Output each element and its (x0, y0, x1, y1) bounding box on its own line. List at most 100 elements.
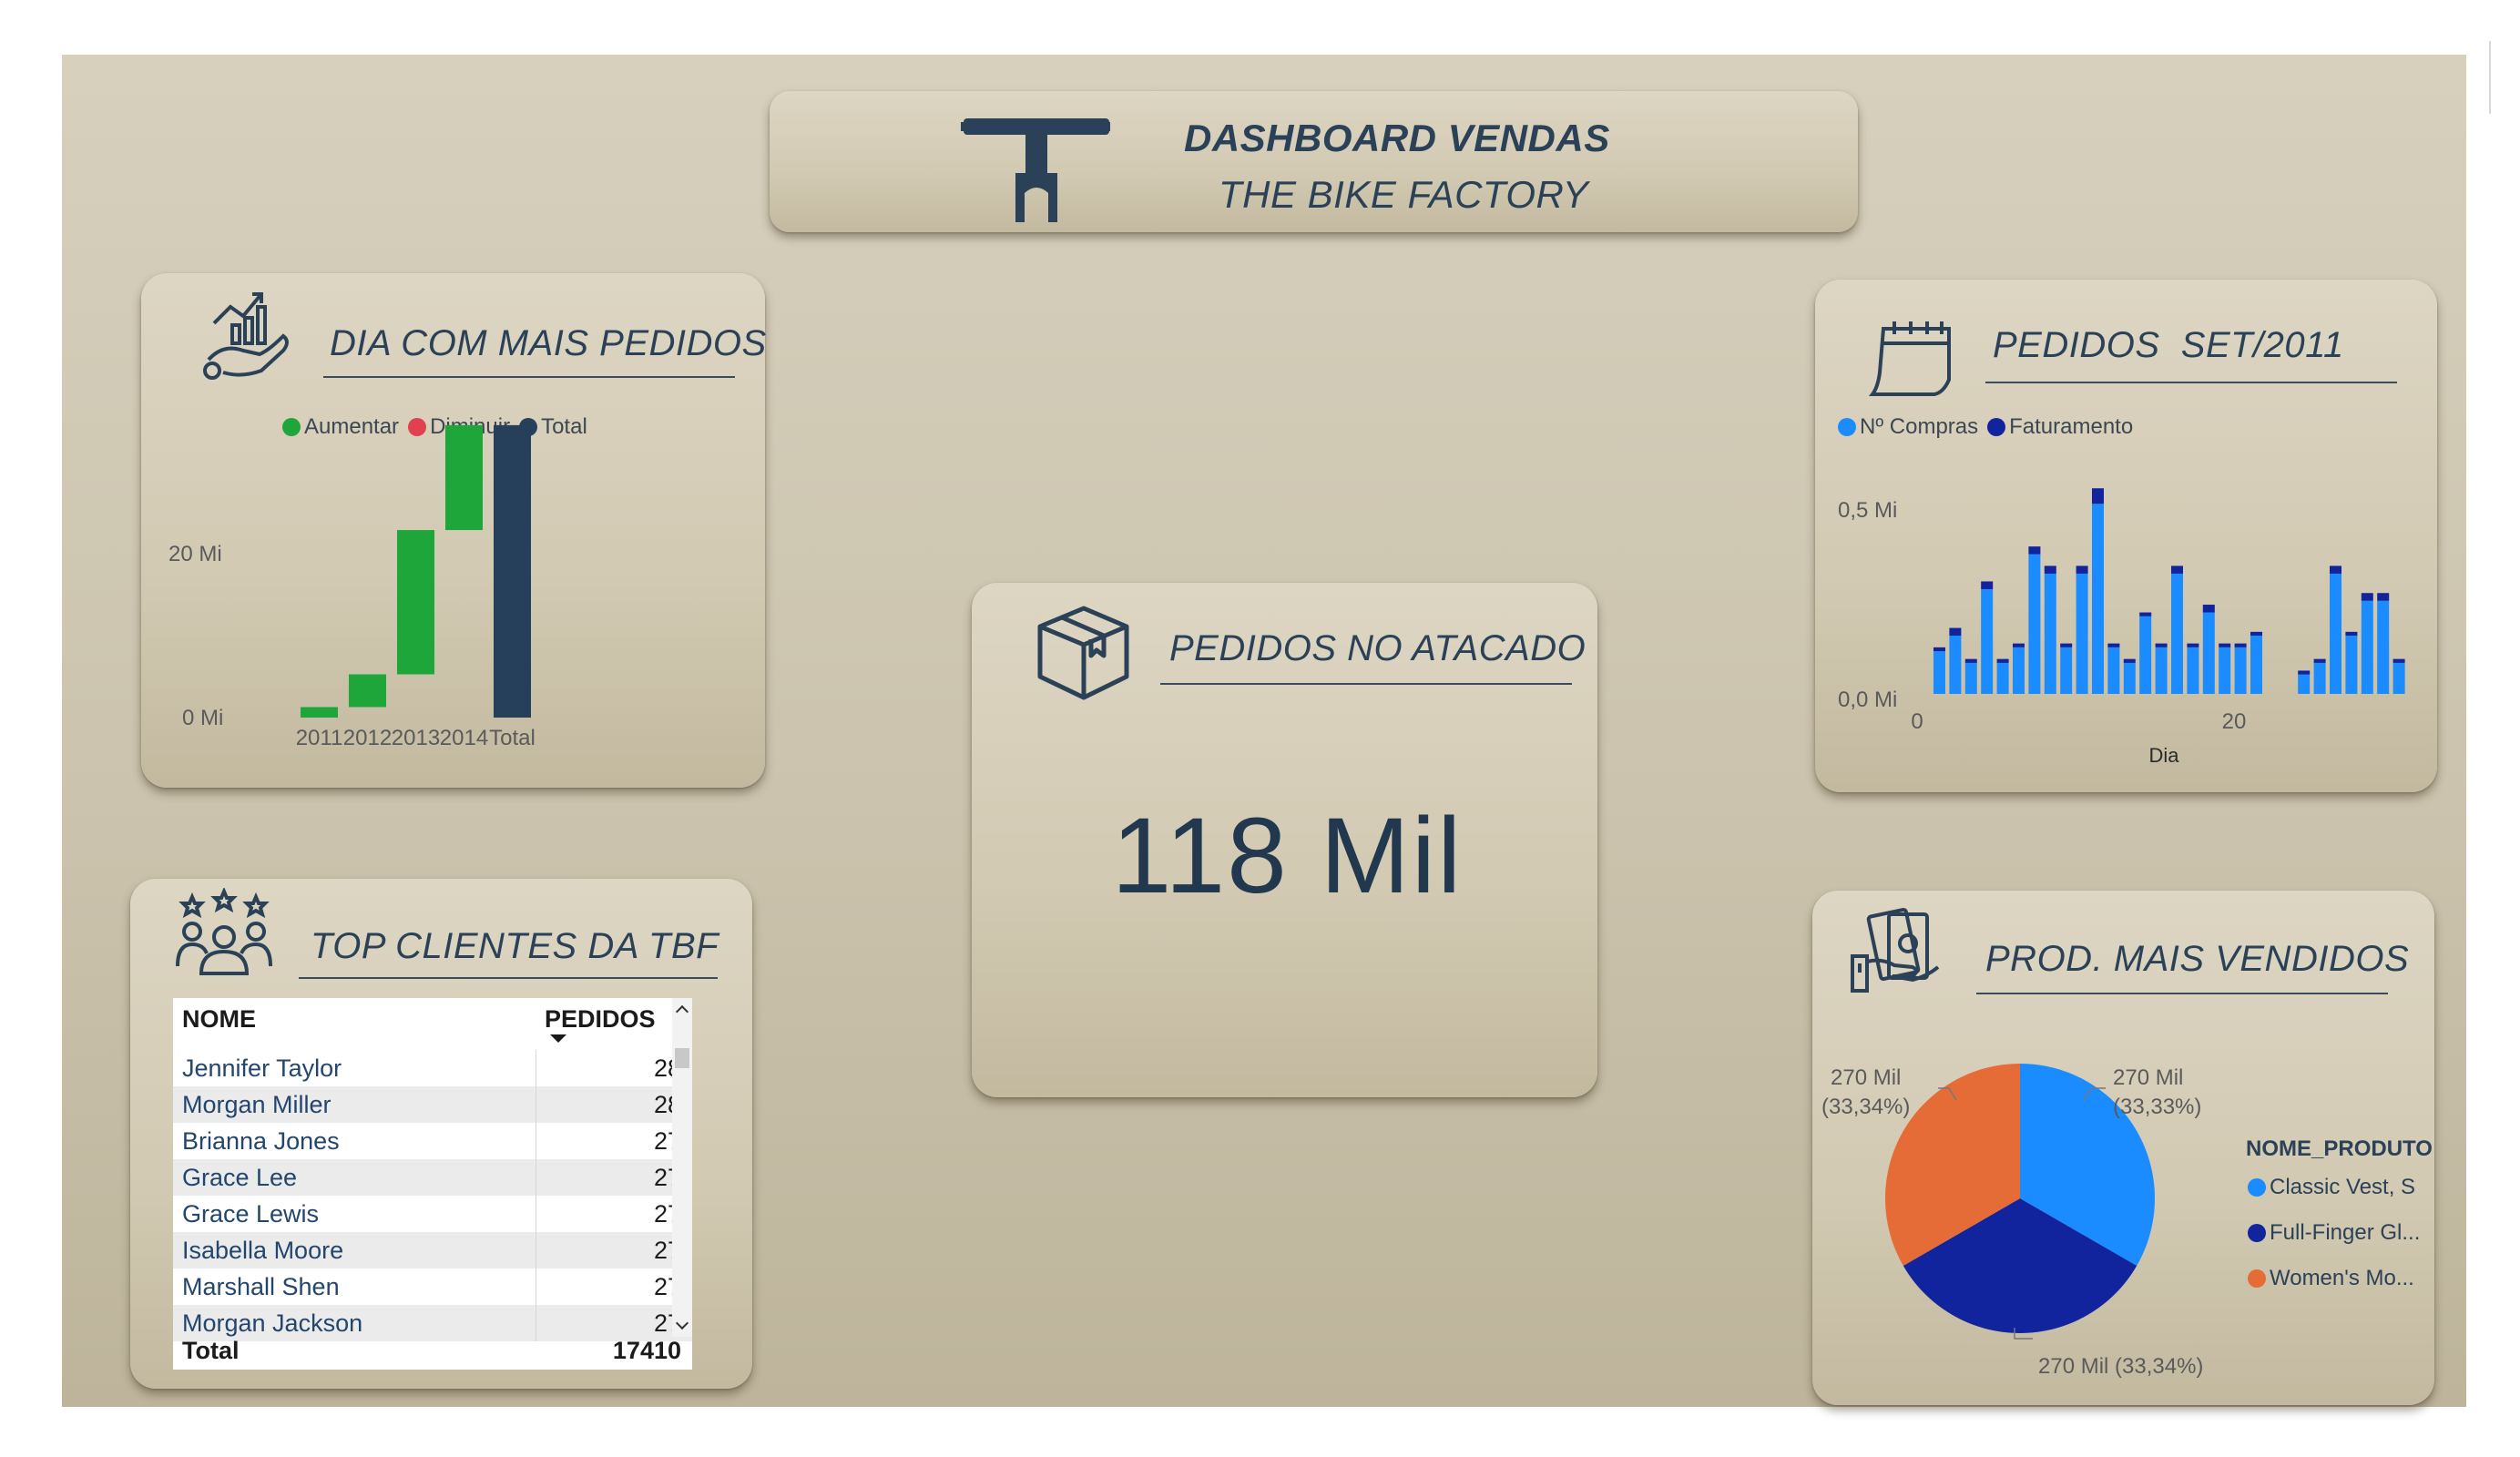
sort-desc-icon[interactable] (550, 1034, 566, 1043)
scroll-down-arrow[interactable] (675, 1316, 689, 1330)
monthly-bar-faturamento-day-27[interactable] (2345, 631, 2358, 637)
monthly-bar-faturamento-day-9[interactable] (2060, 643, 2073, 647)
monthly-bar-faturamento-day-19[interactable] (2219, 643, 2231, 647)
monthly-bar-compras-day-11[interactable] (2092, 504, 2104, 694)
monthly-bar-faturamento-day-4[interactable] (1981, 581, 1994, 589)
monthly-bar-faturamento-day-16[interactable] (2171, 565, 2183, 574)
clients-table: NOME PEDIDOS Jennifer Taylor 28 Morgan Mil… (173, 998, 692, 1370)
monthly-orders-card: PEDIDOS SET/2011 Nº Compras Faturamento … (1815, 280, 2437, 792)
monthly-bar-faturamento-day-17[interactable] (2187, 643, 2199, 647)
products-legend-item-3[interactable]: Women's Mo... (2248, 1266, 2414, 1291)
monthly-ytick-zero: 0,0 Mi (1838, 688, 1897, 712)
clients-total-row: Total 17410 (173, 1333, 692, 1370)
waterfall-xtick-2011: 2011 (296, 726, 343, 750)
monthly-bar-compras-day-6[interactable] (2013, 647, 2025, 694)
waterfall-bar-2014[interactable] (445, 424, 483, 531)
kpi-card: PEDIDOS NO ATACADO 118 Mil (972, 583, 1597, 1097)
monthly-bar-compras-day-17[interactable] (2187, 647, 2199, 694)
scroll-up-arrow[interactable] (675, 1004, 689, 1019)
monthly-bar-faturamento-day-5[interactable] (1996, 658, 2009, 663)
dashboard-subtitle: THE BIKE FACTORY (1219, 173, 1589, 216)
table-row[interactable]: Grace Lewis 27 (173, 1196, 692, 1232)
monthly-bar-faturamento-day-12[interactable] (2107, 643, 2120, 647)
waterfall-xtick-total: Total (489, 726, 536, 750)
kpi-value: 118 Mil (1111, 796, 1464, 916)
monthly-bar-faturamento-day-15[interactable] (2155, 643, 2168, 647)
waterfall-xtick-2014: 2014 (440, 726, 488, 750)
table-row[interactable]: Brianna Jones 27 (173, 1123, 692, 1159)
header-card: DASHBOARD VENDAS THE BIKE FACTORY (770, 91, 1858, 232)
table-row[interactable]: Grace Lee 27 (173, 1159, 692, 1196)
cell-client-name: Isabella Moore (182, 1237, 344, 1264)
waterfall-bar-2011[interactable] (301, 707, 338, 718)
monthly-bar-faturamento-day-1[interactable] (1933, 647, 1945, 652)
monthly-bar-compras-day-5[interactable] (1996, 662, 2009, 694)
monthly-bar-compras-day-14[interactable] (2139, 616, 2152, 694)
monthly-bar-faturamento-day-18[interactable] (2202, 605, 2215, 613)
monthly-bar-compras-day-21[interactable] (2250, 636, 2262, 694)
monthly-bar-faturamento-day-3[interactable] (1964, 658, 1977, 663)
monthly-bar-compras-day-12[interactable] (2107, 647, 2120, 694)
waterfall-ytick-20: 20 Mi (168, 542, 222, 566)
waterfall-bar-total[interactable] (494, 424, 531, 718)
products-legend-item-1[interactable]: Classic Vest, S (2248, 1175, 2415, 1200)
products-legend-title: NOME_PRODUTO (2246, 1136, 2433, 1161)
col-header-orders[interactable]: PEDIDOS (545, 1005, 656, 1034)
monthly-bar-faturamento-day-10[interactable] (2076, 565, 2088, 574)
monthly-bar-faturamento-day-29[interactable] (2377, 593, 2390, 601)
monthly-bar-compras-day-15[interactable] (2155, 647, 2168, 694)
monthly-bar-faturamento-day-28[interactable] (2361, 593, 2373, 601)
monthly-bar-compras-day-25[interactable] (2313, 662, 2326, 694)
monthly-bar-faturamento-day-24[interactable] (2298, 670, 2311, 675)
monthly-bar-compras-day-27[interactable] (2345, 636, 2358, 694)
monthly-bar-compras-day-3[interactable] (1964, 662, 1977, 694)
kpi-title-underline (1160, 683, 1572, 685)
monthly-bar-faturamento-day-14[interactable] (2139, 612, 2152, 616)
cell-client-name: Marshall Shen (182, 1273, 340, 1300)
monthly-bar-compras-day-9[interactable] (2060, 647, 2073, 694)
monthly-bar-faturamento-day-2[interactable] (1949, 627, 1962, 637)
products-legend-item-2[interactable]: Full-Finger Gl... (2248, 1220, 2420, 1246)
monthly-xlabel: Dia (2148, 744, 2179, 767)
monthly-bar-faturamento-day-25[interactable] (2313, 658, 2326, 663)
cell-client-name: Morgan Miller (182, 1091, 332, 1118)
cell-client-name: Grace Lewis (182, 1200, 320, 1228)
monthly-bar-faturamento-day-26[interactable] (2330, 565, 2341, 574)
waterfall-ytick-0: 0 Mi (182, 706, 223, 730)
monthly-bar-compras-day-10[interactable] (2076, 573, 2088, 694)
waterfall-bar-2013[interactable] (397, 530, 434, 675)
monthly-bar-compras-day-29[interactable] (2377, 600, 2390, 694)
col-header-name[interactable]: NOME (182, 1005, 256, 1034)
table-row[interactable]: Jennifer Taylor 28 (173, 1050, 692, 1086)
waterfall-bar-2012[interactable] (349, 674, 386, 708)
monthly-bar-faturamento-day-30[interactable] (2392, 658, 2405, 663)
monthly-xtick-20: 20 (2222, 709, 2247, 734)
table-row[interactable]: Morgan Miller 28 (173, 1086, 692, 1123)
scroll-thumb[interactable] (675, 1048, 689, 1068)
waterfall-chart: 20 Mi 0 Mi 2011 2012 2013 2014 Total (168, 424, 536, 750)
monthly-bar-compras-day-26[interactable] (2330, 573, 2341, 694)
table-row[interactable]: Marshall Shen 27 (173, 1269, 692, 1305)
monthly-bar-compras-day-2[interactable] (1949, 636, 1962, 694)
monthly-bar-compras-day-7[interactable] (2028, 554, 2041, 694)
monthly-bar-faturamento-day-21[interactable] (2250, 631, 2262, 637)
monthly-bar-faturamento-day-7[interactable] (2028, 546, 2041, 555)
table-row[interactable]: Isabella Moore 27 (173, 1232, 692, 1269)
monthly-bar-compras-day-24[interactable] (2298, 674, 2311, 694)
monthly-bar-compras-day-16[interactable] (2171, 573, 2183, 694)
monthly-bar-faturamento-day-6[interactable] (2013, 643, 2025, 647)
monthly-bar-compras-day-19[interactable] (2219, 647, 2231, 694)
monthly-bar-compras-day-28[interactable] (2361, 600, 2373, 694)
monthly-bar-faturamento-day-8[interactable] (2044, 565, 2056, 574)
monthly-bar-faturamento-day-20[interactable] (2234, 643, 2247, 647)
monthly-bar-compras-day-13[interactable] (2123, 662, 2136, 694)
clients-table-scrollbar[interactable] (672, 998, 692, 1337)
monthly-bar-compras-day-18[interactable] (2202, 612, 2215, 694)
monthly-bar-compras-day-4[interactable] (1981, 588, 1994, 694)
monthly-bar-compras-day-30[interactable] (2392, 662, 2405, 694)
monthly-bar-faturamento-day-13[interactable] (2123, 658, 2136, 663)
monthly-bar-compras-day-8[interactable] (2044, 573, 2056, 694)
monthly-bar-compras-day-1[interactable] (1933, 651, 1945, 694)
monthly-bar-compras-day-20[interactable] (2234, 647, 2247, 694)
monthly-bar-faturamento-day-11[interactable] (2092, 488, 2104, 504)
